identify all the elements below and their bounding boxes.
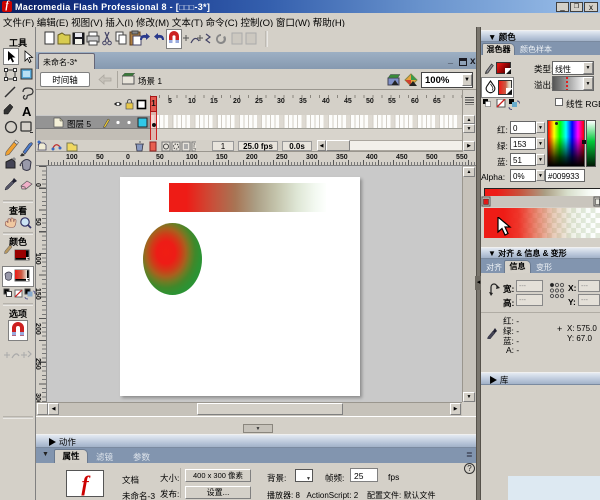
svg-text:A: A <box>22 104 32 119</box>
